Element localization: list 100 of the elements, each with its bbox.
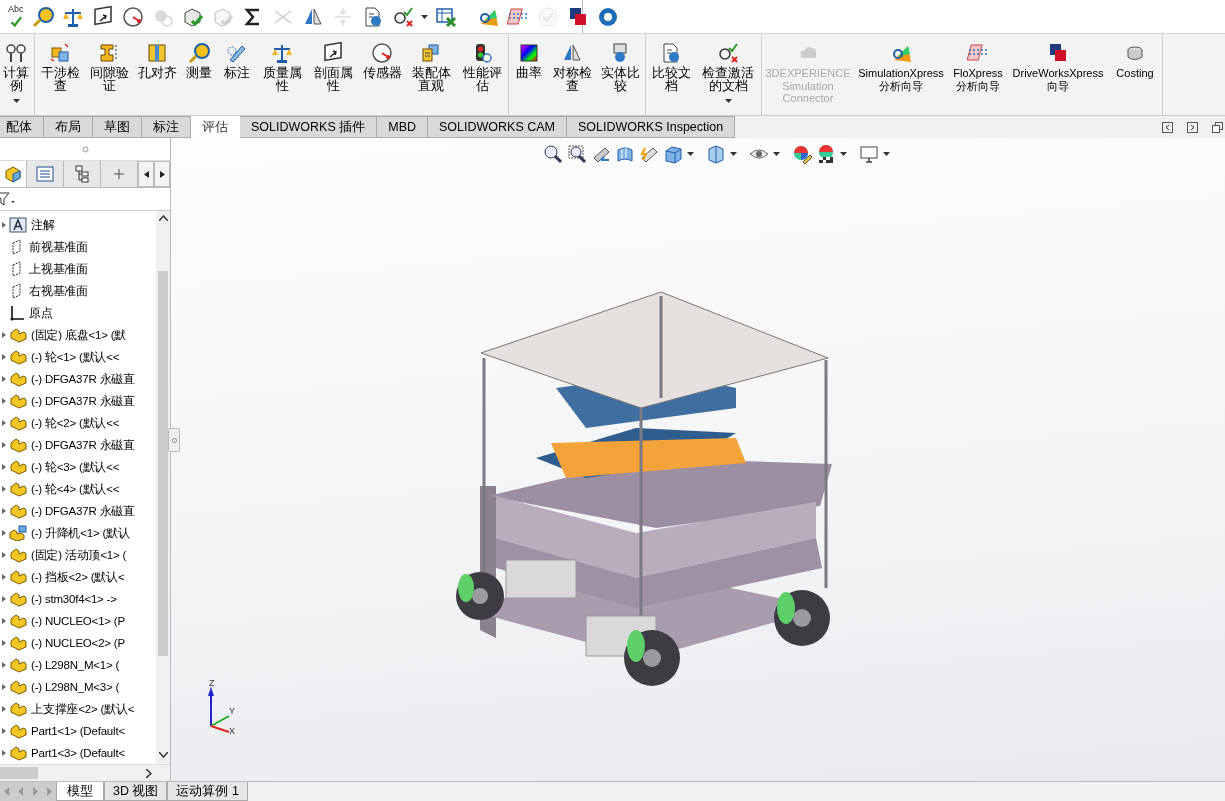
tree-item[interactable]: (-) DFGA37R 永磁直 [31, 437, 135, 453]
caret-icon[interactable] [883, 152, 890, 156]
expand-icon[interactable] [2, 530, 6, 536]
configuration-tab[interactable] [64, 161, 102, 187]
filter-icon[interactable] [0, 192, 16, 206]
expand-icon[interactable] [2, 552, 6, 558]
part-assembly-tab[interactable] [0, 161, 28, 187]
ribbon-tab[interactable]: 草图 [93, 116, 142, 138]
tree-item[interactable]: (-) NUCLEO<1> (P [31, 615, 125, 627]
grip-icon[interactable] [81, 145, 89, 153]
expand-icon[interactable] [2, 662, 6, 668]
tree-item[interactable]: 前视基准面 [29, 239, 88, 255]
section-view-icon[interactable] [615, 144, 635, 164]
ribbon-button[interactable]: DriveWorksXpress 向导 [1009, 40, 1107, 94]
caret-icon[interactable] [730, 152, 737, 156]
ribbon-button[interactable]: FloXpress 分析向导 [950, 40, 1006, 94]
monitor-icon[interactable] [859, 144, 879, 164]
tree-item[interactable]: 上视基准面 [29, 261, 88, 277]
tree-item[interactable]: 注解 [31, 217, 55, 233]
tree-item[interactable]: 原点 [29, 305, 53, 321]
tree-item[interactable]: (-) 轮<1> (默认<< [31, 349, 120, 365]
expand-icon[interactable] [2, 354, 6, 360]
view-tab[interactable]: 运动算例 1 [167, 782, 248, 801]
tree-item[interactable]: (-) L298N_M<3> ( [31, 681, 120, 693]
ribbon-button[interactable]: 间隙验证 [86, 40, 132, 95]
ribbon-button[interactable]: 测量 [182, 40, 216, 82]
scrollbar-thumb[interactable] [0, 767, 38, 779]
ribbon-button[interactable]: 比较文档 [648, 40, 694, 95]
tree-item[interactable]: (-) L298N_M<1> ( [31, 659, 120, 671]
expand-icon[interactable] [2, 464, 6, 470]
expand-icon[interactable] [2, 706, 6, 712]
expand-icon[interactable] [2, 508, 6, 514]
tree-item[interactable]: Part1<1> (Default< [31, 725, 125, 737]
ribbon-button[interactable]: 标注 [219, 40, 255, 82]
tree-item[interactable]: 上支撑座<2> (默认< [31, 701, 135, 717]
expand-icon[interactable] [2, 332, 6, 338]
ribbon-button[interactable]: 装配体直观 [407, 40, 455, 95]
toolbar-button[interactable]: Abc [5, 3, 27, 30]
ribbon-button[interactable]: Costing [1110, 40, 1160, 82]
expand-icon[interactable] [2, 618, 6, 624]
window-icon[interactable] [1212, 121, 1223, 133]
tree-item[interactable]: Part1<3> (Default< [31, 747, 125, 759]
ribbon-button[interactable]: SimulationXpress 分析向导 [855, 40, 947, 94]
ribbon-tab[interactable]: SOLIDWORKS Inspection [567, 116, 736, 138]
caret-icon[interactable] [773, 152, 780, 156]
vertical-scrollbar[interactable] [156, 211, 170, 764]
scrollbar-thumb[interactable] [158, 271, 168, 656]
caret-icon[interactable] [12, 99, 20, 103]
display-style-icon[interactable] [706, 144, 726, 164]
scroll-left-button[interactable] [138, 161, 154, 187]
tree-item[interactable]: (-) 轮<4> (默认<< [31, 481, 120, 497]
ribbon-tab[interactable]: MBD [377, 116, 428, 138]
tree-item[interactable]: (-) DFGA37R 永磁直 [31, 503, 135, 519]
expand-icon[interactable] [2, 728, 6, 734]
expand-icon[interactable] [2, 750, 6, 756]
scroll-right-button[interactable] [154, 161, 170, 187]
tree-item[interactable]: (-) stm30f4<1> -> [31, 593, 117, 605]
ribbon-tab[interactable]: 标注 [142, 116, 191, 138]
view-orientation-icon[interactable] [663, 144, 683, 164]
zoom-fit-icon[interactable] [543, 144, 563, 164]
tree-item[interactable]: (-) 升降机<1> (默认 [31, 525, 130, 541]
minimize-icon[interactable] [1162, 121, 1173, 133]
expand-icon[interactable] [2, 398, 6, 404]
ribbon-tab[interactable]: SOLIDWORKS CAM [428, 116, 567, 138]
ribbon-button[interactable]: 干涉检查 [37, 40, 83, 95]
appearance-icon[interactable] [792, 144, 812, 164]
tree-item[interactable]: 右视基准面 [29, 283, 88, 299]
ribbon-tab[interactable]: SOLIDWORKS 插件 [240, 116, 378, 138]
ribbon-button[interactable]: 计算例 [0, 40, 32, 105]
ribbon-button[interactable]: 传感器 [360, 40, 404, 82]
restore-icon[interactable] [1187, 121, 1198, 133]
tree-item[interactable]: (固定) 活动顶<1> ( [31, 547, 127, 563]
tree-item[interactable]: (-) 轮<3> (默认<< [31, 459, 120, 475]
ribbon-button[interactable]: 曲率 [511, 40, 547, 82]
view-tab[interactable]: 模型 [56, 782, 104, 801]
ribbon-button[interactable]: 质量属性 [258, 40, 306, 95]
tree-item[interactable]: (-) 轮<2> (默认<< [31, 415, 120, 431]
tree-item[interactable]: (-) 挡板<2> (默认< [31, 569, 125, 585]
caret-icon[interactable] [840, 152, 847, 156]
ribbon-button[interactable]: 孔对齐 [135, 40, 179, 82]
tree-item[interactable]: (-) DFGA37R 永磁直 [31, 393, 135, 409]
expand-icon[interactable] [2, 596, 6, 602]
tree-item[interactable]: (-) DFGA37R 永磁直 [31, 371, 135, 387]
expand-icon[interactable] [2, 486, 6, 492]
ribbon-button[interactable]: 对称检查 [550, 40, 594, 95]
ribbon-tab[interactable]: 布局 [44, 116, 93, 138]
tree-item[interactable]: (固定) 底盘<1> (默 [31, 327, 127, 343]
zoom-area-icon[interactable] [567, 144, 587, 164]
expand-icon[interactable] [2, 640, 6, 646]
caret-icon[interactable] [724, 99, 732, 103]
expand-icon[interactable] [2, 222, 6, 228]
ribbon-button[interactable]: 剖面属性 [309, 40, 357, 95]
tree-item[interactable]: (-) NUCLEO<2> (P [31, 637, 125, 649]
expand-icon[interactable] [2, 376, 6, 382]
property-tab[interactable] [27, 161, 65, 187]
expand-icon[interactable] [2, 420, 6, 426]
ribbon-button[interactable]: 检查激活的文档 [697, 40, 759, 105]
ribbon-button[interactable]: 实体比较 [597, 40, 643, 95]
dropdown-button[interactable] [418, 12, 430, 21]
ribbon-tab[interactable]: 评估 [191, 116, 240, 138]
